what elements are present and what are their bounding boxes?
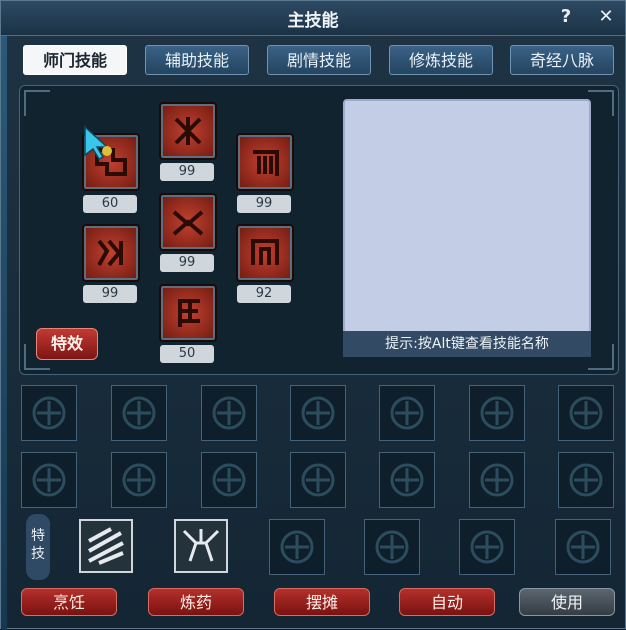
- skill-level: 92: [237, 285, 291, 303]
- tab-story-skills[interactable]: 剧情技能: [267, 45, 371, 75]
- empty-slot[interactable]: [469, 385, 525, 441]
- window-edge: [1, 35, 7, 630]
- main-skill-window: 主技能 ? ✕ 师门技能 辅助技能 剧情技能 修炼技能 奇经八脉 60 99 9…: [0, 0, 626, 630]
- effect-button[interactable]: 特效: [36, 328, 98, 360]
- panel-corner-ornament: [588, 344, 614, 370]
- skill-level: 99: [160, 163, 214, 181]
- skill-2-icon[interactable]: [159, 102, 217, 160]
- empty-slot[interactable]: [469, 452, 525, 508]
- special-skill-cracked-icon[interactable]: [174, 519, 228, 573]
- tab-cultivation-skills[interactable]: 修炼技能: [389, 45, 493, 75]
- skill-level: 50: [160, 345, 214, 363]
- empty-slot[interactable]: [290, 452, 346, 508]
- help-button[interactable]: ?: [554, 5, 578, 29]
- stall-button[interactable]: 摆摊: [274, 588, 370, 616]
- empty-slot[interactable]: [21, 452, 77, 508]
- empty-slot[interactable]: [201, 385, 257, 441]
- empty-slot[interactable]: [201, 452, 257, 508]
- skill-3-icon[interactable]: [236, 133, 294, 191]
- skill-5-icon[interactable]: [82, 224, 140, 282]
- skill-6-icon[interactable]: [236, 224, 294, 282]
- pointer-cursor-icon: [84, 125, 112, 160]
- close-button[interactable]: ✕: [594, 5, 618, 29]
- special-skill-stripes-icon[interactable]: [79, 519, 133, 573]
- tab-meridian[interactable]: 奇经八脉: [510, 45, 614, 75]
- panel-corner-ornament: [588, 90, 614, 116]
- skill-4-icon[interactable]: [159, 193, 217, 251]
- tab-support-skills[interactable]: 辅助技能: [145, 45, 249, 75]
- skill-description-box: [343, 99, 591, 357]
- empty-special-slot[interactable]: [459, 519, 515, 575]
- skill-7-icon[interactable]: [159, 284, 217, 342]
- empty-slot[interactable]: [558, 452, 614, 508]
- skill-level: 99: [83, 285, 137, 303]
- empty-slot[interactable]: [379, 452, 435, 508]
- panel-corner-ornament: [24, 90, 50, 116]
- empty-slot[interactable]: [558, 385, 614, 441]
- skill-level: 99: [160, 254, 214, 272]
- skill-level: 60: [83, 195, 137, 213]
- empty-slot[interactable]: [111, 452, 167, 508]
- empty-slot[interactable]: [379, 385, 435, 441]
- auto-button[interactable]: 自动: [399, 588, 495, 616]
- title-bar[interactable]: 主技能 ? ✕: [1, 1, 625, 36]
- empty-slot[interactable]: [21, 385, 77, 441]
- cooking-button[interactable]: 烹饪: [21, 588, 117, 616]
- skill-level: 99: [237, 195, 291, 213]
- empty-special-slot[interactable]: [555, 519, 611, 575]
- use-button[interactable]: 使用: [519, 588, 615, 616]
- tab-school-skills[interactable]: 师门技能: [23, 45, 127, 75]
- alchemy-button[interactable]: 炼药: [148, 588, 244, 616]
- empty-special-slot[interactable]: [364, 519, 420, 575]
- empty-special-slot[interactable]: [269, 519, 325, 575]
- empty-slot[interactable]: [290, 385, 346, 441]
- window-title: 主技能: [287, 11, 339, 31]
- alt-key-hint: 提示:按Alt键查看技能名称: [343, 331, 591, 357]
- special-skills-label: 特技: [26, 514, 50, 580]
- empty-slot[interactable]: [111, 385, 167, 441]
